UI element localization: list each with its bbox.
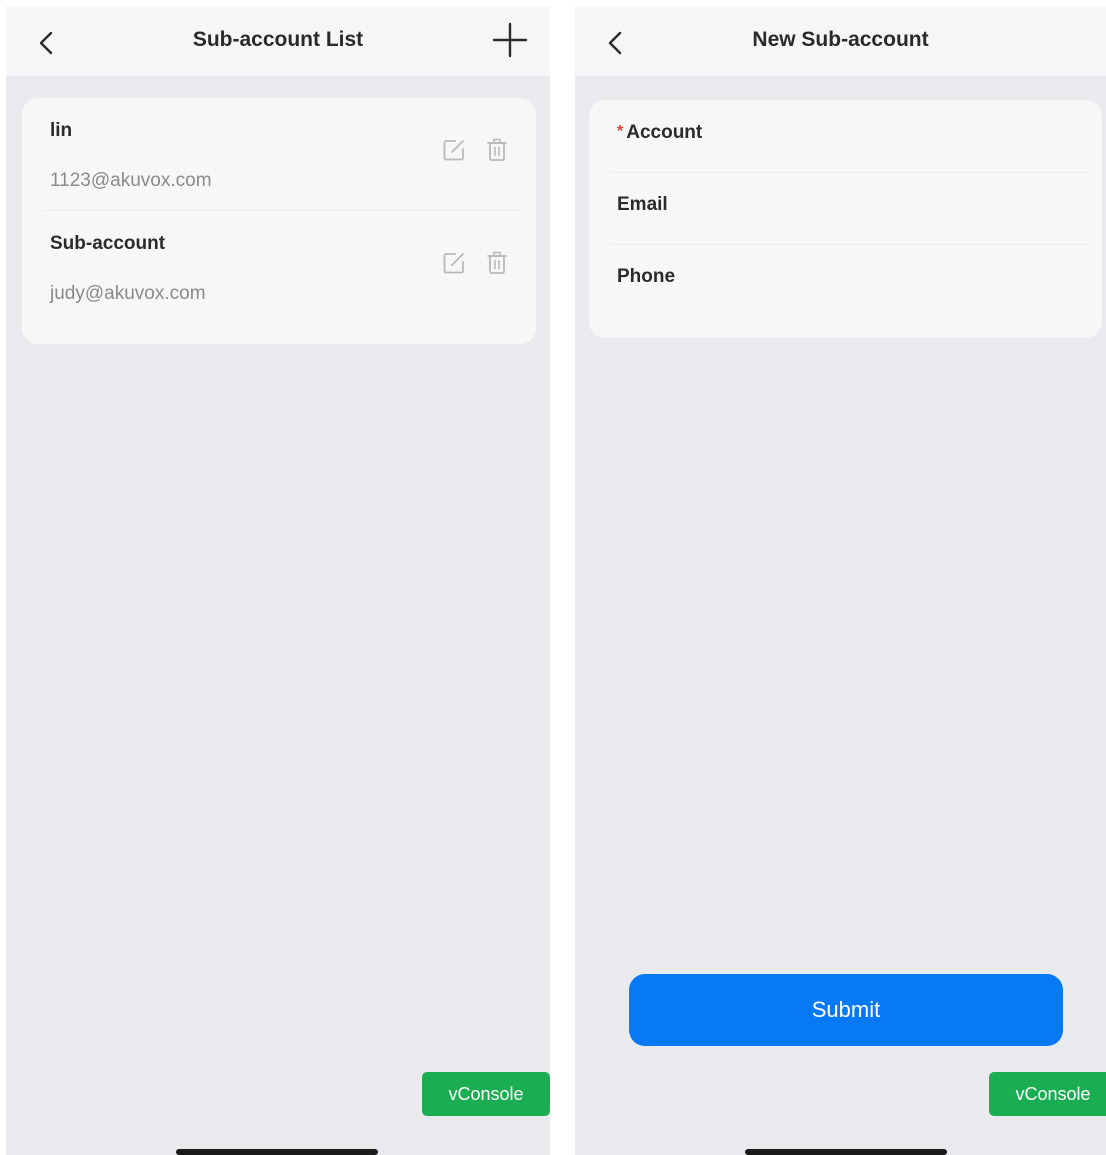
trash-icon[interactable] — [486, 138, 508, 162]
page-title: New Sub-account — [752, 28, 929, 51]
new-sub-account-screen: New Sub-account * Account Email Phone Sub… — [575, 6, 1106, 1155]
phone-field[interactable]: Phone — [617, 244, 1082, 304]
edit-icon[interactable] — [442, 251, 466, 275]
edit-icon[interactable] — [442, 138, 466, 162]
account-name: lin — [50, 120, 73, 141]
sub-account-form: * Account Email Phone — [589, 100, 1102, 338]
sub-account-list-screen: Sub-account List lin 1123@akuvox.com Sub — [6, 6, 550, 1155]
account-field[interactable]: * Account — [617, 100, 1082, 160]
account-label-text: Account — [626, 122, 703, 143]
page-title: Sub-account List — [192, 28, 364, 51]
required-mark: * — [617, 123, 624, 140]
email-field-label: Email — [617, 194, 668, 215]
home-indicator[interactable] — [745, 1149, 947, 1155]
list-item[interactable]: Sub-account judy@akuvox.com — [22, 211, 536, 323]
phone-field-label: Phone — [617, 266, 676, 287]
trash-icon[interactable] — [486, 251, 508, 275]
submit-button[interactable]: Submit — [629, 974, 1063, 1046]
top-bar: Sub-account List — [6, 6, 550, 76]
account-email: 1123@akuvox.com — [50, 170, 212, 191]
sub-account-list: lin 1123@akuvox.com Sub-account judy@aku… — [22, 98, 536, 344]
account-email: judy@akuvox.com — [50, 283, 206, 304]
account-field-label: * Account — [617, 122, 702, 144]
plus-icon[interactable] — [492, 22, 528, 58]
list-item[interactable]: lin 1123@akuvox.com — [22, 98, 536, 210]
account-name: Sub-account — [50, 233, 166, 254]
email-field[interactable]: Email — [617, 172, 1082, 232]
vconsole-button[interactable]: vConsole — [422, 1072, 550, 1116]
top-bar: New Sub-account — [575, 6, 1106, 76]
vconsole-button[interactable]: vConsole — [989, 1072, 1106, 1116]
home-indicator[interactable] — [176, 1149, 378, 1155]
